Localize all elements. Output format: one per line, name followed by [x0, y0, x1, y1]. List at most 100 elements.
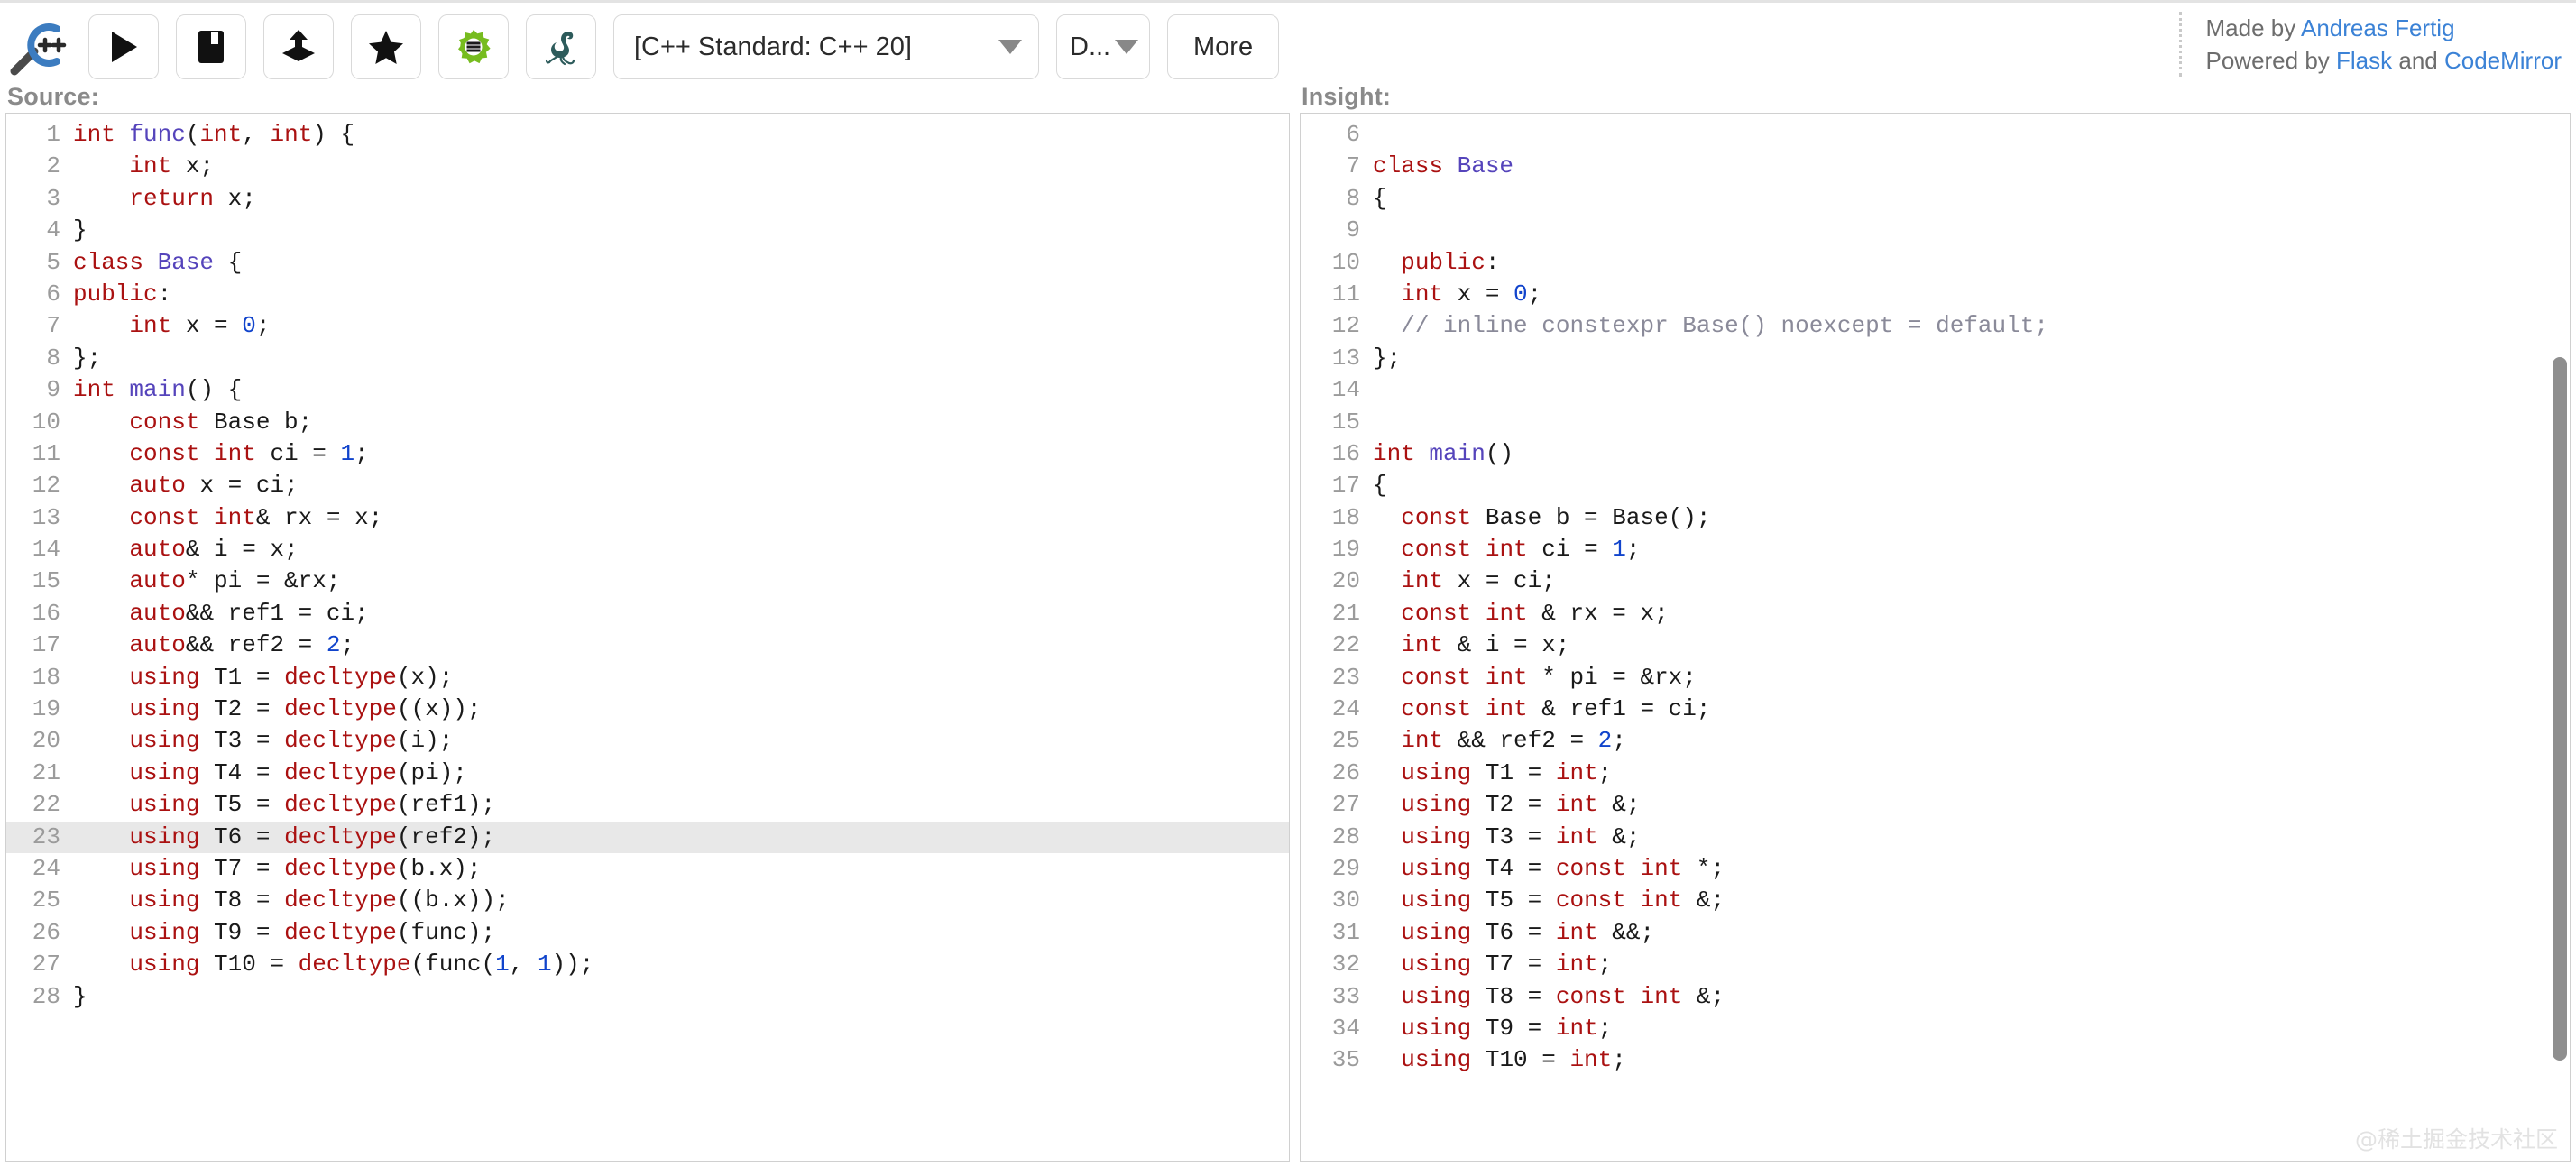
code-line[interactable]: 7 class Base: [1301, 151, 2570, 182]
line-number: 17: [1331, 472, 1360, 500]
code-line[interactable]: 2 int x;: [6, 151, 1289, 182]
line-number: 30: [1331, 887, 1360, 914]
code-line[interactable]: 29 using T4 = const int *;: [1301, 853, 2570, 885]
godbolt-dragon-button[interactable]: [526, 14, 596, 79]
code-line[interactable]: 14: [1301, 374, 2570, 406]
code-line[interactable]: 18 const Base b = Base();: [1301, 502, 2570, 534]
code-line[interactable]: 35 using T10 = int;: [1301, 1044, 2570, 1076]
code-line[interactable]: 21 const int & rx = x;: [1301, 598, 2570, 629]
code-line[interactable]: 16 auto&& ref1 = ci;: [6, 598, 1289, 629]
line-number: 20: [1331, 567, 1360, 595]
play-icon: [112, 32, 137, 62]
code-text: const int& rx = x;: [129, 503, 383, 531]
code-line[interactable]: 25 using T8 = decltype((b.x));: [6, 885, 1289, 916]
line-number: 32: [1331, 951, 1360, 979]
code-line[interactable]: 28 using T3 = int &;: [1301, 822, 2570, 853]
code-line[interactable]: 12 auto x = ci;: [6, 470, 1289, 501]
code-line[interactable]: 24 const int & ref1 = ci;: [1301, 694, 2570, 725]
code-line[interactable]: 13};: [1301, 343, 2570, 374]
codemirror-link[interactable]: CodeMirror: [2444, 47, 2562, 74]
dragon-icon: [545, 32, 575, 66]
code-line[interactable]: 28}: [6, 981, 1289, 1013]
save-button[interactable]: [176, 14, 246, 79]
code-line[interactable]: 1 int func(int, int) {: [6, 119, 1289, 151]
code-line[interactable]: 9 int main() {: [6, 374, 1289, 406]
code-line[interactable]: 27 using T10 = decltype(func(1, 1));: [6, 949, 1289, 980]
code-line[interactable]: 16 int main(): [1301, 438, 2570, 470]
code-line[interactable]: 6 public:: [6, 279, 1289, 310]
floppy-disk-icon: [198, 31, 224, 63]
code-line[interactable]: 12 // inline constexpr Base() noexcept =…: [1301, 310, 2570, 342]
code-line[interactable]: 3 return x;: [6, 183, 1289, 215]
line-number: 7: [1346, 152, 1360, 180]
author-link[interactable]: Andreas Fertig: [2301, 14, 2455, 41]
code-line[interactable]: 22 using T5 = decltype(ref1);: [6, 789, 1289, 821]
code-text: using T6 = decltype(ref2);: [129, 822, 496, 850]
cpp-insights-logo[interactable]: [4, 12, 74, 82]
share-button[interactable]: [263, 14, 334, 79]
code-text: using T1 = decltype(x);: [129, 663, 454, 691]
compiler-explorer-button[interactable]: [438, 14, 509, 79]
code-line[interactable]: 18 using T1 = decltype(x);: [6, 662, 1289, 694]
code-line[interactable]: 20 int x = ci;: [1301, 565, 2570, 597]
code-line[interactable]: 14 auto& i = x;: [6, 534, 1289, 565]
code-line[interactable]: 5 class Base {: [6, 247, 1289, 279]
code-line[interactable]: 21 using T4 = decltype(pi);: [6, 758, 1289, 789]
code-line[interactable]: 22 int & i = x;: [1301, 629, 2570, 661]
code-line[interactable]: 25 int && ref2 = 2;: [1301, 725, 2570, 757]
code-line[interactable]: 15 auto* pi = &rx;: [6, 565, 1289, 597]
code-line[interactable]: 19 using T2 = decltype((x));: [6, 694, 1289, 725]
insight-vertical-scrollbar[interactable]: [2553, 357, 2567, 1061]
options-select[interactable]: D...: [1056, 14, 1150, 79]
code-line[interactable]: 23 using T6 = decltype(ref2);: [6, 821, 1289, 853]
code-line[interactable]: 17 {: [1301, 470, 2570, 501]
code-text: int x = 0;: [129, 312, 271, 340]
code-line[interactable]: 19 const int ci = 1;: [1301, 534, 2570, 565]
code-line[interactable]: 9: [1301, 215, 2570, 246]
code-text: using T10 = decltype(func(1, 1));: [129, 951, 594, 979]
code-line[interactable]: 10 public:: [1301, 247, 2570, 279]
more-button[interactable]: More: [1167, 14, 1280, 79]
code-line[interactable]: 26 using T1 = int;: [1301, 758, 2570, 789]
code-text: }: [73, 982, 87, 1010]
code-line[interactable]: 7 int x = 0;: [6, 310, 1289, 342]
code-line[interactable]: 31 using T6 = int &&;: [1301, 917, 2570, 949]
code-line[interactable]: 15: [1301, 407, 2570, 438]
source-code-editor[interactable]: 1 int func(int, int) {2 int x; 3 return x;…: [5, 113, 1290, 1162]
line-number: 12: [32, 472, 60, 500]
code-line[interactable]: 23 const int * pi = &rx;: [1301, 662, 2570, 694]
code-line[interactable]: 13 const int& rx = x;: [6, 502, 1289, 534]
line-number: 14: [1331, 376, 1360, 404]
star-icon: [369, 31, 403, 64]
code-line[interactable]: 33 using T8 = const int &;: [1301, 981, 2570, 1013]
code-line[interactable]: 4}: [6, 215, 1289, 246]
code-line[interactable]: 32 using T7 = int;: [1301, 949, 2570, 980]
code-line[interactable]: 6: [1301, 119, 2570, 151]
code-line[interactable]: 24 using T7 = decltype(b.x);: [6, 853, 1289, 885]
code-line[interactable]: 27 using T2 = int &;: [1301, 789, 2570, 821]
flask-link[interactable]: Flask: [2336, 47, 2392, 74]
insight-code-editor[interactable]: 6 7 class Base 8{9 10 public: 11 int x = 0; 12…: [1300, 113, 2571, 1162]
code-text: };: [1373, 344, 1402, 372]
cpp-standard-select[interactable]: [C++ Standard: C++ 20]: [613, 14, 1039, 79]
chevron-down-icon: [1115, 40, 1138, 54]
code-line[interactable]: 8};: [6, 343, 1289, 374]
code-line[interactable]: 17 auto&& ref2 = 2;: [6, 629, 1289, 661]
code-text: int & i = x;: [1401, 631, 1570, 659]
code-line[interactable]: 26 using T9 = decltype(func);: [6, 917, 1289, 949]
code-line[interactable]: 11 int x = 0;: [1301, 279, 2570, 310]
code-line[interactable]: 20 using T3 = decltype(i);: [6, 725, 1289, 757]
code-line[interactable]: 34 using T9 = int;: [1301, 1013, 2570, 1044]
line-number: 15: [1331, 408, 1360, 436]
line-number: 11: [32, 439, 60, 467]
favorite-button[interactable]: [351, 14, 421, 79]
run-button[interactable]: [88, 14, 159, 79]
line-number: 16: [1331, 439, 1360, 467]
code-text: using T8 = decltype((b.x));: [129, 887, 510, 914]
code-line[interactable]: 10 const Base b;: [6, 407, 1289, 438]
top-toolbar: [C++ Standard: C++ 20] D... More Made by…: [0, 0, 2576, 91]
code-line[interactable]: 8{: [1301, 183, 2570, 215]
code-text: {: [1373, 184, 1387, 212]
code-line[interactable]: 30 using T5 = const int &;: [1301, 885, 2570, 916]
code-line[interactable]: 11 const int ci = 1;: [6, 438, 1289, 470]
